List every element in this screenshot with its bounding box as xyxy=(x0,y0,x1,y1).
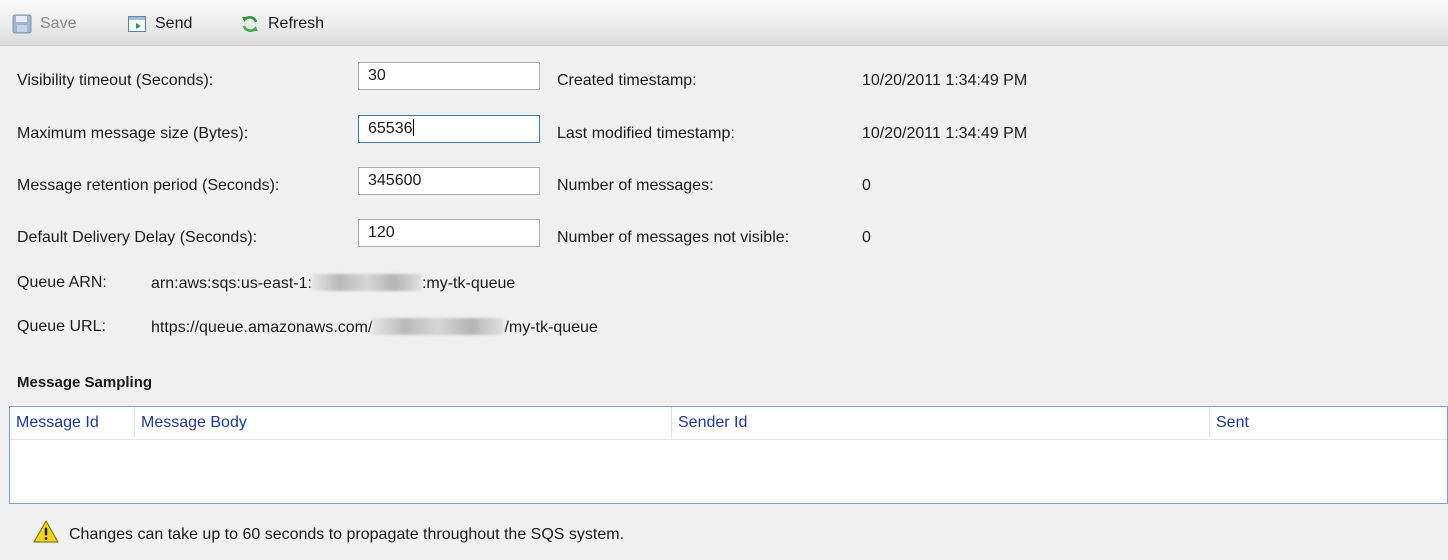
save-label: Save xyxy=(40,15,77,32)
send-message-icon xyxy=(127,14,147,34)
visibility-timeout-input[interactable]: 30 xyxy=(358,62,540,90)
visibility-timeout-label: Visibility timeout (Seconds): xyxy=(17,72,214,89)
save-button[interactable]: Save xyxy=(12,12,76,36)
redacted-account-id xyxy=(372,318,505,335)
num-messages-value: 0 xyxy=(862,177,871,194)
propagation-warning-text: Changes can take up to 60 seconds to pro… xyxy=(69,526,625,543)
num-messages-label: Number of messages: xyxy=(557,177,714,194)
queue-url-prefix: https://queue.amazonaws.com/ xyxy=(151,319,373,336)
queue-url-suffix: /my-tk-queue xyxy=(504,319,598,336)
send-button[interactable]: Send xyxy=(127,12,192,36)
created-timestamp-label: Created timestamp: xyxy=(557,72,697,89)
grid-header: Message Id Message Body Sender Id Sent xyxy=(10,407,1447,440)
refresh-button[interactable]: Refresh xyxy=(240,12,324,36)
queue-url-label: Queue URL: xyxy=(17,318,106,335)
modified-timestamp-label: Last modified timestamp: xyxy=(557,125,735,142)
queue-arn-label: Queue ARN: xyxy=(17,274,107,291)
column-header-sender-id[interactable]: Sender Id xyxy=(672,407,1210,438)
queue-arn-value: arn:aws:sqs:us-east-1: :my-tk-queue xyxy=(151,274,515,293)
retention-period-input[interactable]: 345600 xyxy=(358,167,540,195)
queue-url-value: https://queue.amazonaws.com/ /my-tk-queue xyxy=(151,318,598,337)
not-visible-label: Number of messages not visible: xyxy=(557,229,790,246)
delivery-delay-label: Default Delivery Delay (Seconds): xyxy=(17,229,258,246)
retention-period-label: Message retention period (Seconds): xyxy=(17,177,280,194)
floppy-disk-icon xyxy=(12,14,32,34)
column-header-message-body[interactable]: Message Body xyxy=(135,407,672,438)
delivery-delay-input[interactable]: 120 xyxy=(358,219,540,247)
max-message-size-value: 65536 xyxy=(368,120,413,137)
delivery-delay-value: 120 xyxy=(368,224,395,241)
message-sampling-title: Message Sampling xyxy=(17,374,153,391)
not-visible-value: 0 xyxy=(862,229,871,246)
max-message-size-input[interactable]: 65536 xyxy=(358,115,540,143)
queue-arn-prefix: arn:aws:sqs:us-east-1: xyxy=(151,275,312,292)
max-message-size-label: Maximum message size (Bytes): xyxy=(17,125,249,142)
toolbar: Save Send Refresh xyxy=(0,0,1448,46)
retention-period-value: 345600 xyxy=(368,172,422,189)
send-label: Send xyxy=(155,15,193,32)
message-sampling-grid[interactable]: Message Id Message Body Sender Id Sent xyxy=(9,406,1448,504)
modified-timestamp-value: 10/20/2011 1:34:49 PM xyxy=(862,125,1028,142)
text-caret xyxy=(412,119,414,136)
queue-arn-suffix: :my-tk-queue xyxy=(421,275,516,292)
refresh-arrows-icon xyxy=(240,14,260,34)
redacted-account-id xyxy=(311,274,422,291)
refresh-label: Refresh xyxy=(268,15,325,32)
column-header-sent[interactable]: Sent xyxy=(1210,407,1447,438)
warning-triangle-icon xyxy=(33,519,59,545)
column-header-message-id[interactable]: Message Id xyxy=(10,407,135,438)
visibility-timeout-value: 30 xyxy=(368,67,386,84)
created-timestamp-value: 10/20/2011 1:34:49 PM xyxy=(862,72,1028,89)
